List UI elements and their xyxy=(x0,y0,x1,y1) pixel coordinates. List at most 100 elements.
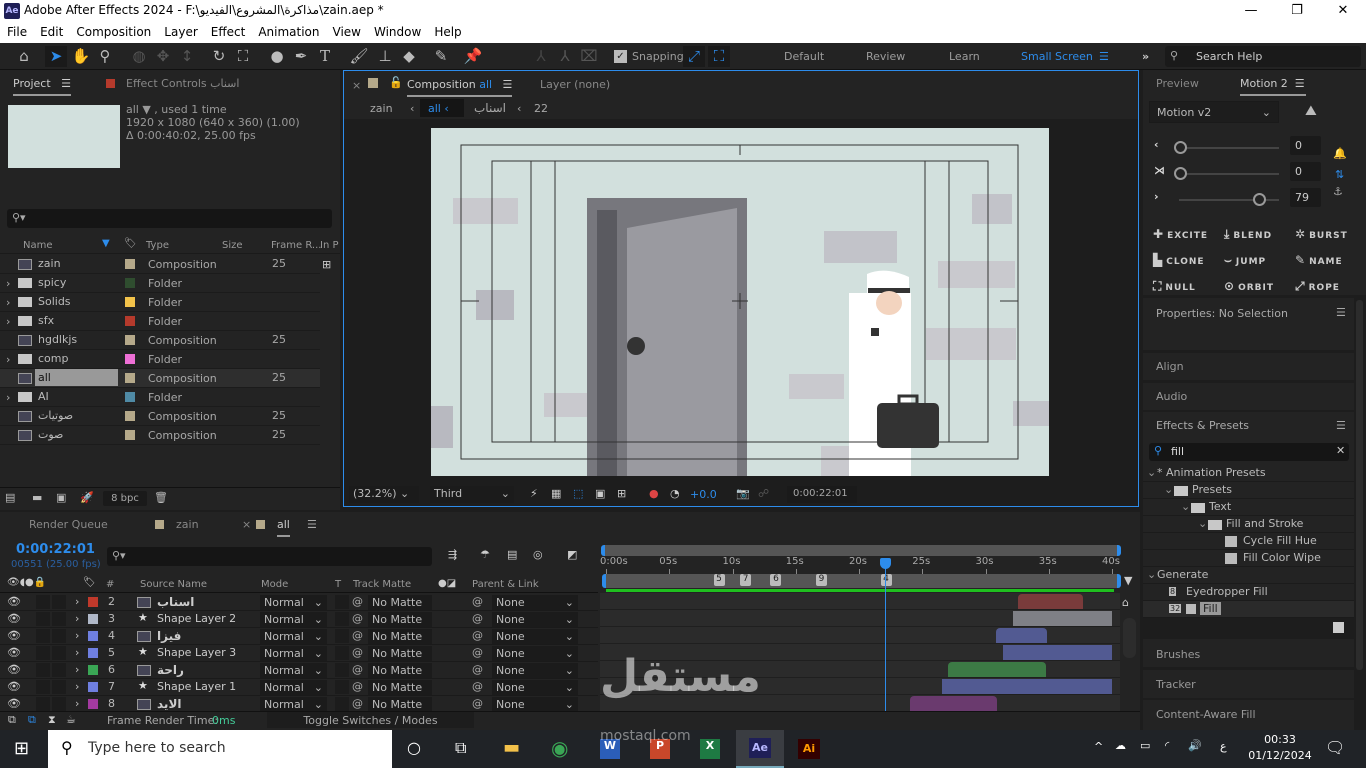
blend-mode-dropdown[interactable]: Normal ⌄ xyxy=(260,646,327,661)
project-item[interactable]: › Solids Folder xyxy=(0,293,320,312)
label-color[interactable] xyxy=(125,430,135,440)
menu-composition[interactable]: Composition xyxy=(69,22,157,43)
graph-editor-icon[interactable]: ◩ xyxy=(567,548,577,561)
pan-camera-icon[interactable]: ✥ xyxy=(152,46,174,67)
chevron-right-icon[interactable]: › xyxy=(6,315,10,328)
blend-mode-dropdown[interactable]: Normal ⌄ xyxy=(260,612,327,627)
preserve-transparency-switch[interactable] xyxy=(335,663,349,677)
layer-switches-icon[interactable]: ⧉ xyxy=(8,713,16,727)
time-ruler[interactable]: 0:00s 05s 10s 15s 20s 25s 30s 35s 40s xyxy=(600,556,1122,574)
col-name[interactable]: Name xyxy=(23,240,53,251)
lock-switch[interactable] xyxy=(52,663,66,677)
volume-icon[interactable]: 🔊 xyxy=(1188,739,1202,752)
label-color[interactable] xyxy=(88,665,98,675)
pickwhip-icon[interactable]: @ xyxy=(352,680,363,693)
menu-icon[interactable]: ☰ xyxy=(307,518,317,531)
effects-tree-item[interactable]: ⌄ Text xyxy=(1143,499,1354,516)
project-item[interactable]: hgdlkjs Composition 25 xyxy=(0,331,320,350)
lock-switch[interactable] xyxy=(52,697,66,711)
in-out-icon[interactable]: ⧗ xyxy=(48,713,56,727)
swap-icon[interactable]: ⇅ xyxy=(1335,168,1344,181)
project-item[interactable]: all Composition 25 xyxy=(0,369,320,388)
project-item[interactable]: صوت Composition 25 xyxy=(0,426,320,445)
chevron-right-icon[interactable]: › xyxy=(75,612,79,625)
snapshot-icon[interactable]: 📷 xyxy=(736,487,750,500)
layer-name[interactable]: Shape Layer 2 xyxy=(157,612,236,625)
menu-effect[interactable]: Effect xyxy=(204,22,252,43)
parent-pickwhip-icon[interactable]: @ xyxy=(472,646,483,659)
parent-pickwhip-icon[interactable]: @ xyxy=(472,629,483,642)
tab-motion-2[interactable]: Motion 2 ☰ xyxy=(1240,77,1306,96)
current-timecode[interactable]: 0:00:22:01 xyxy=(16,542,95,557)
motion-excite-button[interactable]: ✚ EXCITE xyxy=(1153,227,1208,241)
effects-tree-item[interactable]: Fill Color Wipe xyxy=(1143,550,1354,567)
parent-dropdown[interactable]: None ⌄ xyxy=(492,697,578,712)
motion-rope-button[interactable]: ⤢ ROPE xyxy=(1295,279,1340,294)
region-of-interest-icon[interactable]: ▣ xyxy=(595,487,605,500)
trash-icon[interactable]: 🗑 xyxy=(154,491,168,504)
parent-pickwhip-icon[interactable]: @ xyxy=(472,595,483,608)
panel-brushes[interactable]: Brushes xyxy=(1156,648,1200,661)
render-time-icon[interactable]: ☕ xyxy=(66,713,76,726)
motion-version-dropdown[interactable]: Motion v2 ⌄ xyxy=(1149,101,1279,123)
track-matte-dropdown[interactable]: No Matte xyxy=(368,612,432,627)
project-item[interactable]: › AI Folder xyxy=(0,388,320,407)
menu-layer[interactable]: Layer xyxy=(157,22,203,43)
col-source-name[interactable]: Source Name xyxy=(140,579,207,590)
workspace-review[interactable]: Review xyxy=(866,50,905,63)
pickwhip-icon[interactable]: @ xyxy=(352,646,363,659)
language-indicator[interactable]: ع xyxy=(1220,740,1227,753)
effects-tree-item[interactable]: Cycle Fill Hue xyxy=(1143,533,1354,550)
work-area-bar[interactable]: 5 7 6 9 4 xyxy=(602,574,1121,588)
blend-mode-dropdown[interactable]: Normal ⌄ xyxy=(260,663,327,678)
solo-switch[interactable] xyxy=(36,612,50,626)
task-view-icon[interactable]: ⧉ xyxy=(455,738,466,758)
chevron-down-icon[interactable]: ⌄ xyxy=(1147,568,1156,581)
lock-icon[interactable]: 🔓 xyxy=(389,76,403,89)
label-color[interactable] xyxy=(125,297,135,307)
solo-switch[interactable] xyxy=(36,629,50,643)
brush-tool-icon[interactable]: 🖌 xyxy=(348,46,370,67)
layer-row[interactable]: 👁 › 6 راحة Normal ⌄ @ No Matte @ None ⌄ xyxy=(0,662,598,679)
parent-dropdown[interactable]: None ⌄ xyxy=(492,629,578,644)
axis-view-icon[interactable]: ⌧ xyxy=(578,46,600,67)
lock-switch[interactable] xyxy=(52,595,66,609)
hand-tool-icon[interactable]: ✋ xyxy=(70,46,92,67)
more-workspaces-icon[interactable]: » xyxy=(1142,50,1149,63)
maximize-button[interactable]: ❐ xyxy=(1274,0,1320,22)
exposure-value[interactable]: +0.0 xyxy=(690,488,717,501)
tab-zain[interactable]: zain xyxy=(176,518,199,535)
eye-icon[interactable]: 👁 xyxy=(7,697,21,710)
lock-switch[interactable] xyxy=(52,680,66,694)
excel-icon[interactable]: X xyxy=(700,739,720,759)
layer-duration-bar[interactable] xyxy=(947,662,1047,677)
layer-duration-bar[interactable] xyxy=(995,628,1048,643)
track-matte-dropdown[interactable]: No Matte xyxy=(368,663,432,678)
blend-mode-dropdown[interactable]: Normal ⌄ xyxy=(260,680,327,695)
close-button[interactable]: ✕ xyxy=(1320,0,1366,22)
cortana-icon[interactable]: ○ xyxy=(407,738,421,757)
anchor-tool-icon[interactable]: ⛶ xyxy=(232,46,254,67)
preserve-transparency-switch[interactable] xyxy=(335,697,349,711)
comp-marker-bin-icon[interactable]: ▼ xyxy=(1124,574,1132,587)
show-snapshot-icon[interactable]: ☍ xyxy=(758,487,769,500)
illustrator-icon[interactable]: Ai xyxy=(798,739,820,759)
preserve-transparency-switch[interactable] xyxy=(335,680,349,694)
col-size[interactable]: Size xyxy=(222,240,243,251)
slider-thumb[interactable] xyxy=(1253,193,1266,206)
preserve-transparency-switch[interactable] xyxy=(335,595,349,609)
tab-composition[interactable]: Composition all ☰ xyxy=(407,78,513,97)
new-folder-icon[interactable]: ▬ xyxy=(32,491,42,504)
label-color[interactable] xyxy=(125,316,135,326)
mountains-icon[interactable]: ⛰ xyxy=(1305,103,1317,119)
track-matte-dropdown[interactable]: No Matte xyxy=(368,629,432,644)
project-item[interactable]: › comp Folder xyxy=(0,350,320,369)
selection-tool-icon[interactable]: ➤ xyxy=(45,46,67,67)
tab-all[interactable]: all xyxy=(277,518,290,537)
eye-icon[interactable]: 👁 xyxy=(7,595,21,608)
layer-name[interactable]: راحة xyxy=(157,663,184,677)
parent-dropdown[interactable]: None ⌄ xyxy=(492,595,578,610)
zoom-tool-icon[interactable]: ⚲ xyxy=(94,46,116,67)
menu-icon[interactable]: ☰ xyxy=(1336,306,1346,319)
tab-layer[interactable]: Layer (none) xyxy=(540,78,610,91)
